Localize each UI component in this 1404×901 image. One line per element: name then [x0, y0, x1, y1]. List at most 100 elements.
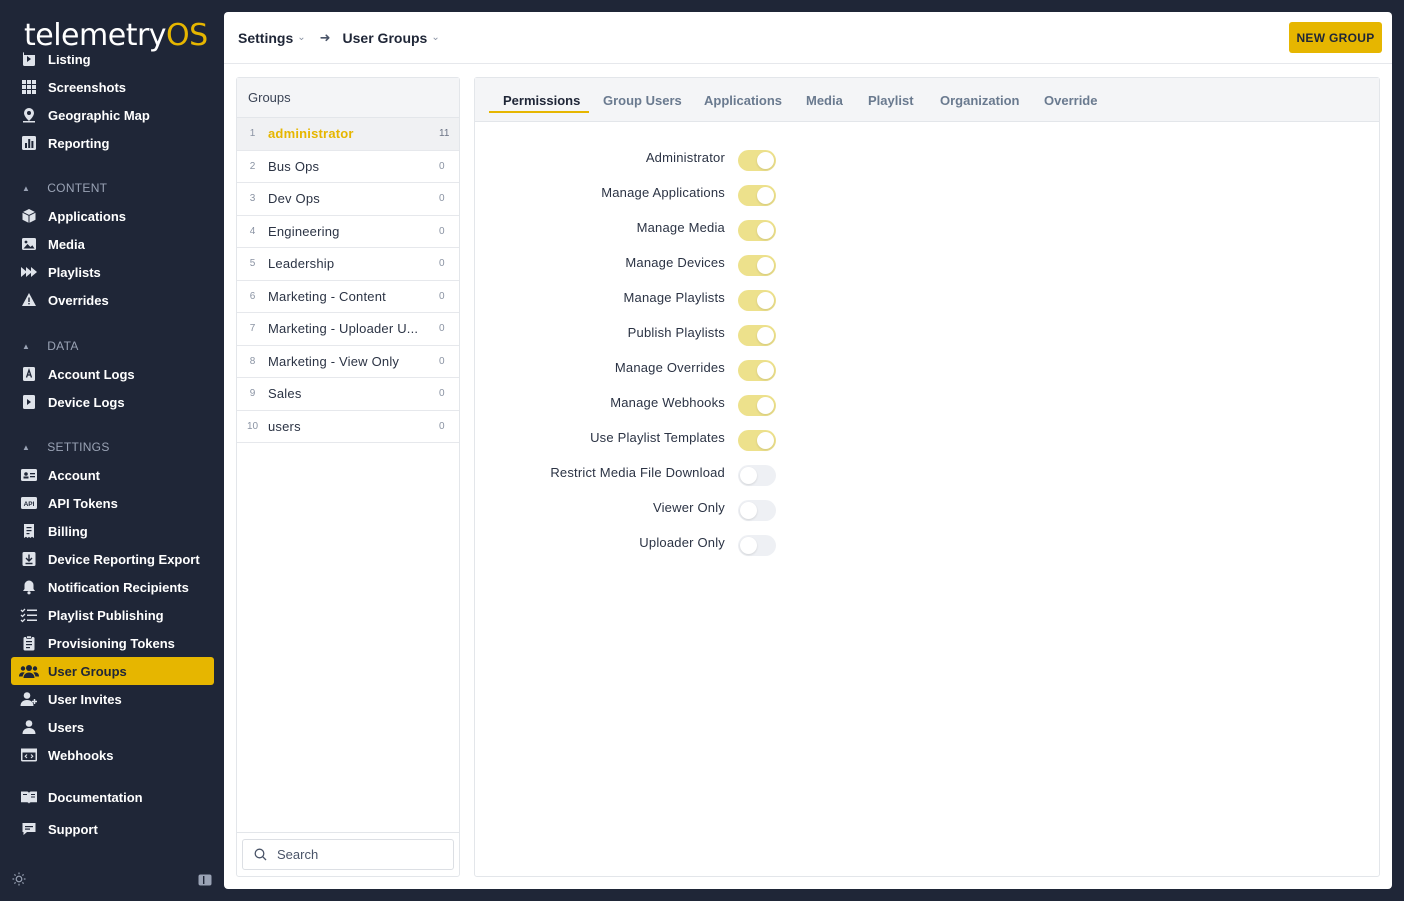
sidebar-item-provisioning-tokens[interactable]: Provisioning Tokens: [11, 629, 214, 657]
group-row[interactable]: 6 Marketing - Content 0: [237, 281, 459, 313]
section-data[interactable]: ▲ DATA: [22, 336, 79, 356]
group-row[interactable]: 4 Engineering 0: [237, 216, 459, 248]
sidebar-item-billing[interactable]: Billing: [11, 517, 214, 545]
sidebar-item-label: User Invites: [48, 691, 122, 707]
bell-icon: [18, 578, 40, 596]
checklist-icon: [18, 606, 40, 624]
permission-toggle[interactable]: [738, 255, 776, 276]
permission-label: Manage Applications: [601, 185, 725, 200]
permission-label: Manage Playlists: [623, 290, 725, 305]
arrow-right-icon: ➜: [319, 29, 331, 45]
telemetryos-logo[interactable]: telemetryOS: [24, 18, 208, 55]
chevron-down-icon: ⌄: [431, 32, 440, 43]
sidebar-item-label: Notification Recipients: [48, 579, 189, 595]
group-row[interactable]: 7 Marketing - Uploader U... 0: [237, 313, 459, 346]
permission-toggle[interactable]: [738, 150, 776, 171]
group-member-count: 0: [439, 290, 445, 302]
permission-toggle[interactable]: [738, 220, 776, 241]
breadcrumb-settings[interactable]: Settings ⌄: [238, 30, 306, 46]
sidebar-item-label: Account: [48, 467, 100, 483]
groups-header: Groups: [237, 78, 459, 118]
tab-override[interactable]: Override: [1044, 78, 1097, 122]
breadcrumb-user-groups[interactable]: User Groups ⌄: [343, 30, 440, 46]
group-row[interactable]: 9 Sales 0: [237, 378, 459, 411]
new-group-button[interactable]: NEW GROUP: [1289, 22, 1382, 53]
sidebar: telemetryOS Listing Screenshots Geographic…: [0, 0, 224, 901]
group-row[interactable]: 8 Marketing - View Only 0: [237, 346, 459, 378]
sidebar-item-label: Device Reporting Export: [48, 551, 200, 567]
group-row[interactable]: 1 administrator 11: [237, 118, 459, 151]
sidebar-item-screenshots[interactable]: Screenshots: [11, 73, 214, 101]
permission-toggle[interactable]: [738, 290, 776, 311]
permission-label: Publish Playlists: [627, 325, 725, 340]
sidebar-item-api-tokens[interactable]: API API Tokens: [11, 489, 214, 517]
permission-toggle[interactable]: [738, 185, 776, 206]
search-input[interactable]: [277, 847, 437, 862]
tab-organization[interactable]: Organization: [940, 78, 1019, 122]
theme-sun-icon[interactable]: [12, 872, 26, 891]
group-name: Marketing - Uploader U...: [268, 321, 419, 337]
toggle-knob: [757, 257, 774, 274]
sidebar-item-label: API Tokens: [48, 495, 118, 511]
sidebar-item-webhooks[interactable]: Webhooks: [11, 741, 214, 769]
group-member-count: 0: [439, 258, 445, 270]
group-member-count: 0: [439, 193, 445, 205]
sidebar-item-reporting[interactable]: Reporting: [11, 129, 214, 157]
sidebar-item-documentation[interactable]: Documentation: [11, 783, 214, 811]
sidebar-item-applications[interactable]: Applications: [11, 202, 214, 230]
group-row[interactable]: 3 Dev Ops 0: [237, 183, 459, 216]
permission-toggle[interactable]: [738, 465, 776, 486]
sidebar-item-playlists[interactable]: Playlists: [11, 258, 214, 286]
group-member-count: 0: [439, 160, 445, 172]
sidebar-item-user-groups[interactable]: User Groups: [11, 657, 214, 685]
api-icon: API: [18, 494, 40, 512]
tab-group-users[interactable]: Group Users: [603, 78, 682, 122]
tab-playlist[interactable]: Playlist: [868, 78, 914, 122]
permission-row: Manage Devices: [475, 247, 1381, 282]
permission-toggle[interactable]: [738, 395, 776, 416]
sidebar-item-device-logs[interactable]: Device Logs: [11, 388, 214, 416]
section-settings[interactable]: ▲ SETTINGS: [22, 437, 110, 457]
sidebar-item-user-invites[interactable]: User Invites: [11, 685, 214, 713]
sidebar-item-account[interactable]: Account: [11, 461, 214, 489]
caret-up-icon: ▲: [22, 341, 31, 351]
sidebar-item-label: Support: [48, 821, 98, 837]
permission-toggle[interactable]: [738, 325, 776, 346]
sidebar-item-account-logs[interactable]: Account Logs: [11, 360, 214, 388]
permission-toggle[interactable]: [738, 535, 776, 556]
chat-icon: [18, 820, 40, 838]
section-content[interactable]: ▲ CONTENT: [22, 178, 107, 198]
collapse-sidebar-icon[interactable]: [198, 873, 212, 891]
users-icon: [18, 662, 40, 680]
tab-media[interactable]: Media: [806, 78, 843, 122]
tab-permissions[interactable]: Permissions: [503, 78, 580, 122]
sidebar-item-device-reporting-export[interactable]: Device Reporting Export: [11, 545, 214, 573]
sidebar-footer: [0, 869, 224, 891]
permission-toggle[interactable]: [738, 430, 776, 451]
tab-applications[interactable]: Applications: [704, 78, 782, 122]
sidebar-item-users[interactable]: Users: [11, 713, 214, 741]
chart-icon: [18, 134, 40, 152]
group-row[interactable]: 5 Leadership 0: [237, 248, 459, 281]
group-number: 5: [249, 258, 256, 270]
sidebar-item-playlist-publishing[interactable]: Playlist Publishing: [11, 601, 214, 629]
group-row[interactable]: 2 Bus Ops 0: [237, 151, 459, 183]
permission-row: Manage Overrides: [475, 352, 1381, 387]
sidebar-item-notification-recipients[interactable]: Notification Recipients: [11, 573, 214, 601]
id-card-icon: [18, 466, 40, 484]
sidebar-item-media[interactable]: Media: [11, 230, 214, 258]
permission-toggle[interactable]: [738, 360, 776, 381]
groups-search[interactable]: [242, 839, 454, 870]
sidebar-item-overrides[interactable]: Overrides: [11, 286, 214, 314]
clipboard-icon: [18, 634, 40, 652]
group-row[interactable]: 10 users 0: [237, 411, 459, 443]
group-number: 1: [249, 128, 256, 140]
sidebar-item-geographic-map[interactable]: Geographic Map: [11, 101, 214, 129]
sidebar-item-support[interactable]: Support: [11, 815, 214, 843]
permission-toggle[interactable]: [738, 500, 776, 521]
image-icon: [18, 235, 40, 253]
user-icon: [18, 718, 40, 736]
permission-label: Viewer Only: [652, 500, 725, 515]
permission-label: Manage Overrides: [614, 360, 725, 375]
book-icon: [18, 788, 40, 806]
